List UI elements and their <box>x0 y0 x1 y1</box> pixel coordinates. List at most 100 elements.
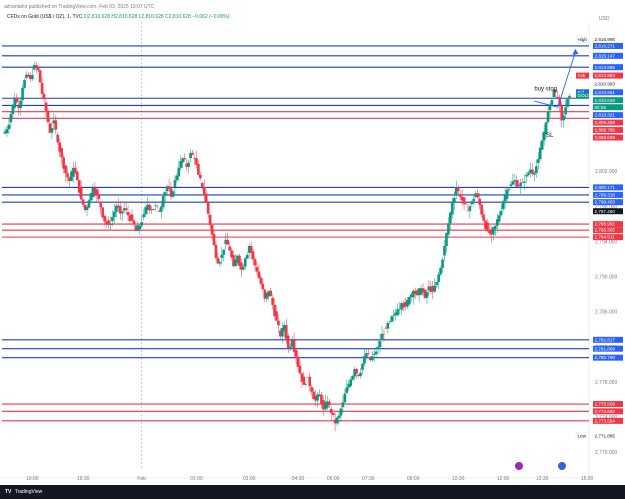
time-tick-label: 19:30 <box>77 476 90 482</box>
candle-body <box>536 159 540 164</box>
price-tag-text: 2,795.305 <box>595 228 616 233</box>
candle-body <box>480 204 483 215</box>
candle-body <box>450 202 454 215</box>
candle-body <box>380 333 384 339</box>
price-tag: 2,782.817 <box>593 336 623 343</box>
candle-body <box>220 254 224 258</box>
candle-body <box>505 189 509 199</box>
price-tag: 2,808.039 <box>593 134 623 141</box>
candle-body <box>302 376 306 385</box>
price-tag-text: 2,808.789 <box>595 128 616 133</box>
price-tag: 2,773.594 <box>593 417 623 424</box>
candle-body <box>468 206 472 211</box>
price-tag: 2,812.983 <box>593 72 623 79</box>
stop-loss-label: SL <box>546 133 554 139</box>
price-tag: High <box>575 36 590 43</box>
candle-body <box>382 333 386 335</box>
price-tag-text: 2,813.856 <box>595 65 616 70</box>
price-tag-text: 2,816.271 <box>595 44 616 49</box>
candle-body <box>132 220 136 225</box>
candle-body <box>349 379 353 386</box>
candle-body <box>499 211 503 216</box>
candle-body <box>476 193 480 198</box>
candle-body <box>288 346 292 348</box>
candle-body <box>478 198 481 205</box>
price-chart[interactable]: USD2,770.0002,774.0002,778.0002,782.0002… <box>0 0 625 485</box>
candle-body <box>562 115 565 121</box>
price-tag: 2,810.661 <box>593 89 623 96</box>
candle-body <box>46 110 50 123</box>
price-tag: 2,798.493 <box>593 199 623 206</box>
price-tag-text: 2,782.817 <box>595 337 616 342</box>
price-tag-text: 2,799.318 <box>595 192 616 197</box>
price-tag: 2,771.885 <box>593 432 623 439</box>
candle-body <box>23 80 26 88</box>
price-tag-text: 2,774.680 <box>595 409 616 414</box>
candle-body <box>124 208 128 210</box>
candle-body <box>523 181 526 183</box>
candle-body <box>79 187 83 200</box>
candle-body <box>109 223 112 225</box>
candle-body <box>456 187 460 192</box>
candle-body <box>103 215 106 222</box>
candle-body <box>21 87 24 101</box>
price-tag-text: GOLD <box>578 93 592 98</box>
candle-body <box>361 363 364 370</box>
candle-body <box>378 341 382 348</box>
candle-body <box>435 282 439 286</box>
candle-body <box>191 152 194 155</box>
candle-body <box>140 221 144 226</box>
candle-body <box>126 212 130 216</box>
candle-body <box>566 99 569 108</box>
footer-bar: TV TradingView <box>0 485 625 499</box>
candle-body <box>200 182 204 188</box>
candle-body <box>519 182 522 187</box>
price-tag: 2,799.318 <box>593 191 623 198</box>
candle-body <box>54 120 58 130</box>
price-tag-text: 2,797.460 <box>595 209 616 214</box>
lightning-icon[interactable] <box>515 462 523 470</box>
price-tag-text: 2,810.993 <box>595 82 616 87</box>
tradingview-logo[interactable]: TV TradingView <box>5 488 42 496</box>
price-tag-text: 2,780.790 <box>595 355 616 360</box>
price-tag: GOLD <box>576 92 592 99</box>
price-tag-text: 2,815.147 <box>595 53 616 58</box>
price-tag-text: 2,775.509 <box>595 402 616 407</box>
candle-body <box>367 353 370 354</box>
candle-body <box>38 70 42 83</box>
candle-body <box>462 197 466 204</box>
candle-body <box>177 167 181 177</box>
price-tick-label: 2,790.000 <box>595 275 617 281</box>
time-tick-label: Feb <box>137 476 146 482</box>
candle-body <box>87 200 91 208</box>
candle-body <box>540 140 544 150</box>
candle-body <box>472 198 476 202</box>
price-tick-label: 2,778.000 <box>595 380 617 386</box>
candle-body <box>310 387 313 392</box>
candle-body <box>568 95 571 99</box>
candle-body <box>56 134 60 143</box>
candle-body <box>163 192 167 196</box>
candle-body <box>44 102 48 111</box>
candle-body <box>99 201 103 208</box>
candle-body <box>355 368 358 374</box>
price-tag-text: 2,810.661 <box>595 90 616 95</box>
price-tag: 2,800.171 <box>593 184 623 191</box>
candle-body <box>210 224 214 235</box>
time-tick-label: 03:00 <box>243 476 256 482</box>
candle-body <box>564 107 567 115</box>
candle-body <box>335 417 339 424</box>
price-tag-text: 2,800.171 <box>595 185 616 190</box>
candle-body <box>243 258 247 267</box>
candle-body <box>159 206 163 212</box>
candle-body <box>294 350 298 357</box>
candle-body <box>437 274 440 283</box>
candle-body <box>386 323 390 329</box>
candle-body <box>31 75 34 80</box>
flag-icon[interactable] <box>558 462 566 470</box>
price-tag-text: Ask <box>578 73 586 78</box>
candle-body <box>277 320 280 326</box>
candle-body <box>546 111 550 123</box>
candle-body <box>433 285 437 292</box>
candle-body <box>458 194 462 197</box>
